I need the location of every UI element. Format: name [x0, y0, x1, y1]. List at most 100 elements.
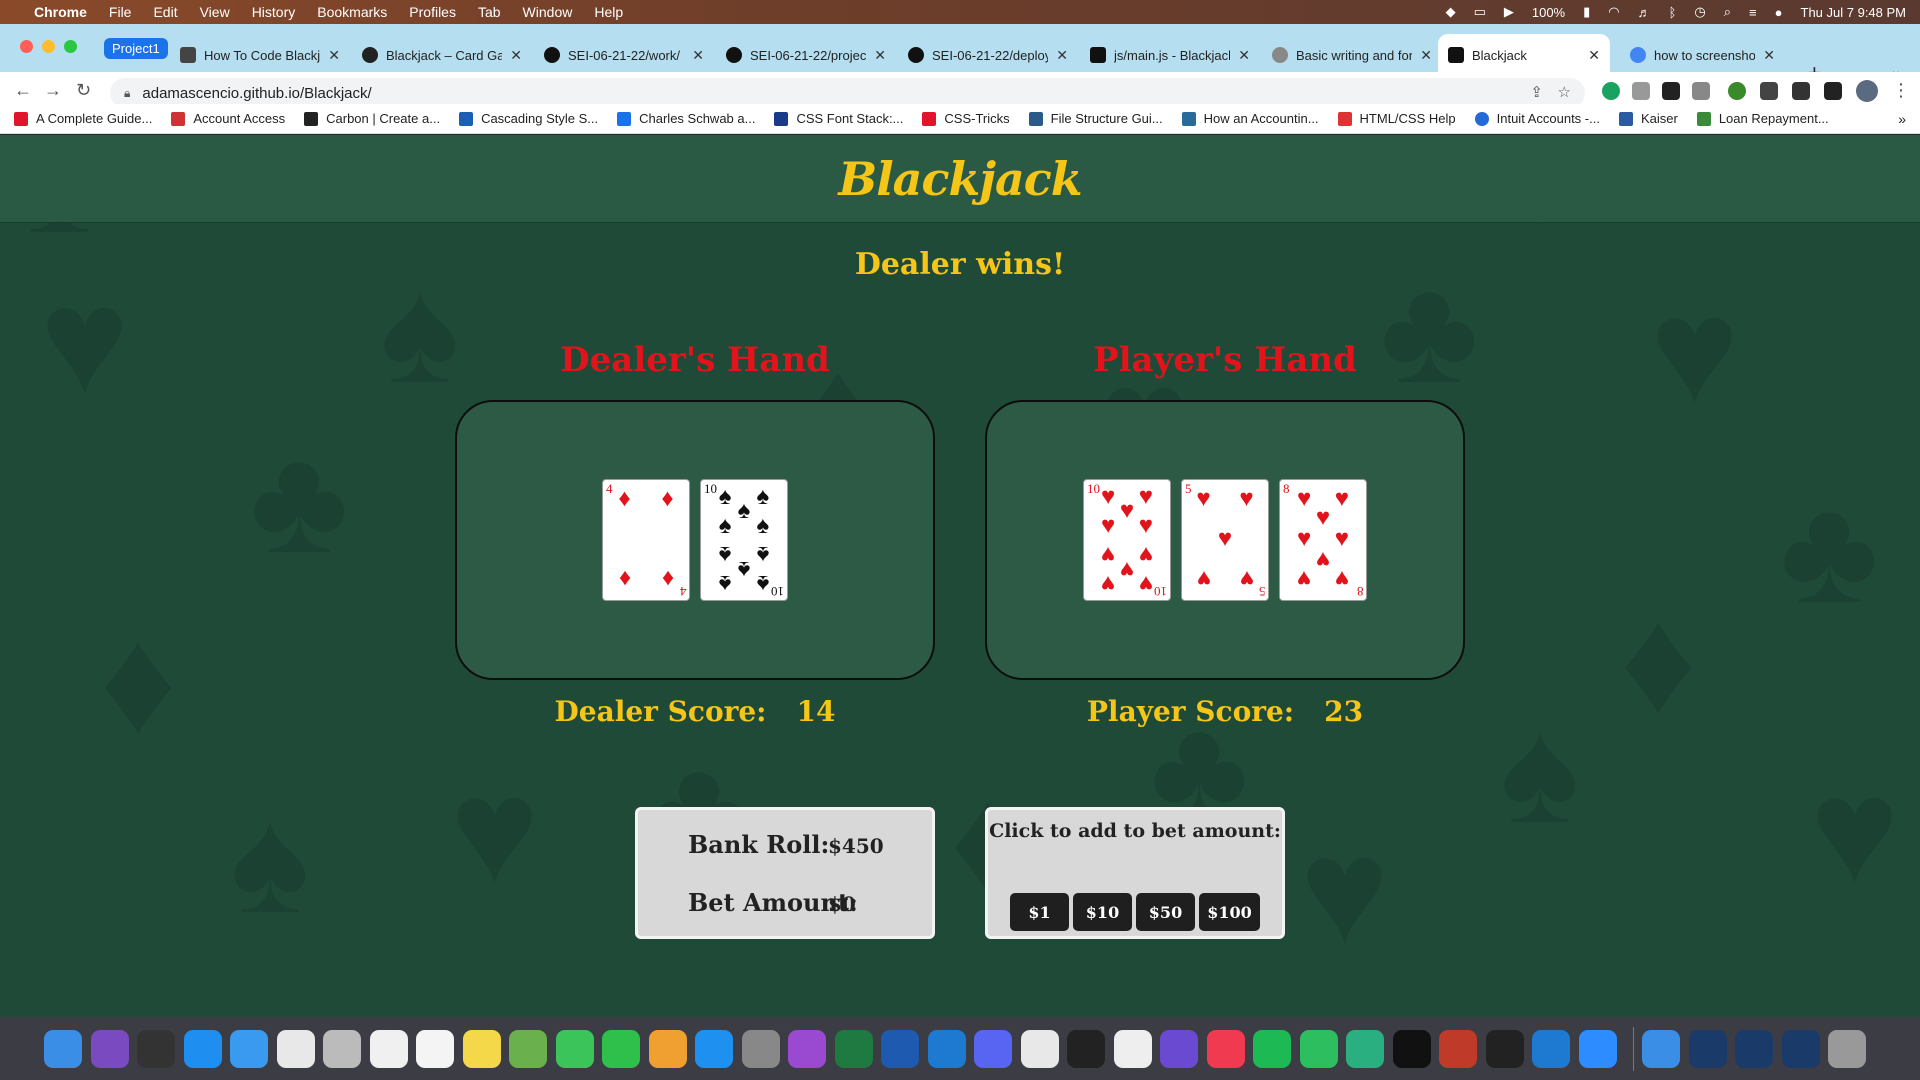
bookmark-item[interactable]: Intuit Accounts -...: [1474, 111, 1600, 126]
extension-5-icon[interactable]: [1728, 82, 1746, 100]
url-text[interactable]: adamascencio.github.io/Blackjack/: [142, 85, 371, 102]
tab-group-label[interactable]: Project1: [104, 38, 168, 59]
headphones-icon[interactable]: ♬: [1638, 5, 1651, 20]
window-1-icon[interactable]: [1688, 1029, 1727, 1068]
lock-icon[interactable]: 🔒︎: [124, 86, 130, 101]
window-2-icon[interactable]: [1735, 1029, 1773, 1068]
vpn-icon[interactable]: [1346, 1029, 1384, 1068]
tab-how-to-screenshot[interactable]: how to screenshot o ✕: [1620, 34, 1785, 76]
word-icon[interactable]: [881, 1029, 919, 1068]
menu-file[interactable]: File: [109, 4, 132, 20]
tab-blackjack-card-game[interactable]: Blackjack – Card Gam ✕: [352, 34, 532, 76]
bookmark-item[interactable]: How an Accountin...: [1181, 111, 1319, 126]
forward-arrow-icon[interactable]: →: [44, 80, 62, 101]
spotify-icon[interactable]: [1253, 1029, 1291, 1068]
bookmark-item[interactable]: CSS Font Stack:...: [774, 111, 903, 126]
maps-icon[interactable]: [509, 1029, 547, 1068]
battery-icon[interactable]: ▮: [1583, 4, 1590, 20]
close-tab-icon[interactable]: ✕: [510, 47, 522, 64]
photos-icon[interactable]: [648, 1029, 687, 1068]
messages-icon[interactable]: [555, 1029, 594, 1068]
time-machine-icon[interactable]: ◷: [1694, 4, 1705, 20]
close-tab-icon[interactable]: ✕: [1238, 47, 1250, 64]
dropbox-icon[interactable]: ◆: [1446, 4, 1456, 20]
calendar-icon[interactable]: [369, 1029, 408, 1068]
vscode-icon[interactable]: [927, 1029, 966, 1068]
menu-history[interactable]: History: [252, 4, 296, 20]
bookmark-item[interactable]: Loan Repayment...: [1696, 111, 1829, 126]
extension-6-icon[interactable]: [1760, 82, 1778, 100]
back-arrow-icon[interactable]: ←: [14, 80, 32, 101]
bookmark-item[interactable]: A Complete Guide...: [14, 111, 152, 126]
bookmarks-overflow-icon[interactable]: »: [1898, 111, 1906, 127]
menu-window[interactable]: Window: [523, 4, 573, 20]
kebab-menu-icon[interactable]: ⋮: [1892, 80, 1910, 101]
activity-monitor-icon[interactable]: [1485, 1029, 1524, 1068]
facetime-icon[interactable]: [602, 1029, 640, 1068]
extension-2-icon[interactable]: [1632, 82, 1650, 100]
tab-sei-work[interactable]: SEI-06-21-22/work/ ✕: [534, 34, 714, 76]
notes-icon[interactable]: [462, 1029, 501, 1068]
chip-50-button[interactable]: $50: [1136, 893, 1195, 931]
music-icon[interactable]: [1206, 1029, 1245, 1068]
close-tab-icon[interactable]: ✕: [1056, 47, 1068, 64]
bookmark-star-icon[interactable]: ☆: [1558, 83, 1571, 101]
share-icon[interactable]: ⇪: [1530, 83, 1543, 101]
reload-icon[interactable]: ↻: [76, 80, 91, 101]
figma-icon[interactable]: [1067, 1029, 1105, 1068]
downloads-icon[interactable]: [1642, 1029, 1680, 1068]
bluetooth-icon[interactable]: ᛒ: [1669, 5, 1677, 20]
menu-edit[interactable]: Edit: [153, 4, 177, 20]
mission-control-icon[interactable]: [137, 1029, 175, 1068]
profile-avatar[interactable]: [1856, 80, 1878, 102]
grammarly-extension-icon[interactable]: [1602, 82, 1620, 100]
close-tab-icon[interactable]: ✕: [1763, 47, 1775, 64]
system-preferences-icon[interactable]: [741, 1029, 780, 1068]
bookmark-item[interactable]: HTML/CSS Help: [1337, 111, 1456, 126]
instruments-icon[interactable]: [1439, 1029, 1477, 1068]
side-panel-icon[interactable]: [1824, 82, 1842, 100]
vscode-2-icon[interactable]: [1532, 1029, 1570, 1068]
bookmark-item[interactable]: Kaiser: [1618, 111, 1678, 126]
chip-10-button[interactable]: $10: [1073, 893, 1132, 931]
extension-4-icon[interactable]: [1692, 82, 1710, 100]
siri-menu-icon[interactable]: ●: [1775, 5, 1783, 20]
window-3-icon[interactable]: [1781, 1029, 1820, 1068]
reminders-icon[interactable]: [416, 1029, 454, 1068]
evernote-icon[interactable]: [1299, 1029, 1338, 1068]
menu-help[interactable]: Help: [594, 4, 623, 20]
minimize-window-button[interactable]: [42, 40, 55, 53]
menu-profiles[interactable]: Profiles: [409, 4, 456, 20]
mail-icon[interactable]: [230, 1029, 268, 1068]
bookmark-item[interactable]: Account Access: [171, 111, 285, 126]
close-window-button[interactable]: [20, 40, 33, 53]
close-tab-icon[interactable]: ✕: [874, 47, 886, 64]
podcasts-icon[interactable]: [788, 1029, 826, 1068]
safari-icon[interactable]: [183, 1029, 222, 1068]
bookmark-item[interactable]: Charles Schwab a...: [617, 111, 755, 126]
close-tab-icon[interactable]: ✕: [692, 47, 704, 64]
tab-how-to-code[interactable]: How To Code Blackja ✕: [170, 34, 350, 76]
menu-view[interactable]: View: [200, 4, 230, 20]
tab-sei-deploy[interactable]: SEI-06-21-22/deploy ✕: [898, 34, 1078, 76]
zoom-icon[interactable]: [1578, 1029, 1617, 1068]
launchpad-icon[interactable]: [323, 1029, 361, 1068]
clock[interactable]: Thu Jul 7 9:48 PM: [1801, 5, 1907, 20]
tab-sei-projec[interactable]: SEI-06-21-22/projec ✕: [716, 34, 896, 76]
stack-icon[interactable]: [1160, 1029, 1198, 1068]
puzzle-icon[interactable]: [1792, 82, 1810, 100]
display-icon[interactable]: ▭: [1474, 4, 1486, 20]
bookmark-item[interactable]: Carbon | Create a...: [304, 111, 440, 126]
bookmark-item[interactable]: Cascading Style S...: [459, 111, 598, 126]
app-store-icon[interactable]: [695, 1029, 733, 1068]
trash-icon[interactable]: [1828, 1029, 1866, 1068]
bookmark-item[interactable]: CSS-Tricks: [922, 111, 1010, 126]
tab-basic-writing[interactable]: Basic writing and for ✕: [1262, 34, 1442, 76]
finder-icon[interactable]: [44, 1029, 82, 1068]
tab-main-js[interactable]: js/main.js - Blackjack ✕: [1080, 34, 1260, 76]
slack-icon[interactable]: [1020, 1029, 1059, 1068]
close-tab-icon[interactable]: ✕: [1588, 47, 1600, 64]
zoom-window-button[interactable]: [64, 40, 77, 53]
menu-bookmarks[interactable]: Bookmarks: [317, 4, 387, 20]
tab-blackjack-active[interactable]: Blackjack ✕: [1438, 34, 1610, 76]
